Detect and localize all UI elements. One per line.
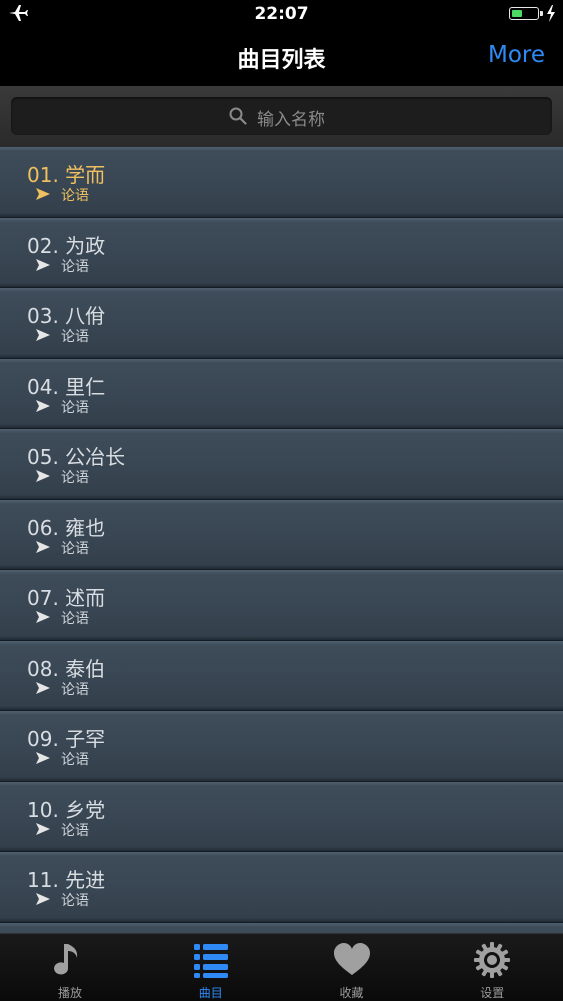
search-bar: 输入名称	[0, 86, 563, 147]
tab-music-note[interactable]: 播放	[0, 934, 140, 1001]
track-subtitle: 论语	[61, 188, 89, 204]
track-row[interactable]: 03. 八佾 论语	[0, 288, 563, 359]
page-title: 曲目列表	[237, 48, 326, 73]
status-bar: 22:07	[0, 0, 563, 28]
heart-icon	[332, 941, 372, 979]
track-subtitle: 论语	[61, 611, 89, 627]
navigation-bar: 曲目列表 More	[0, 28, 563, 86]
track-row[interactable]: 10. 乡党 论语	[0, 781, 563, 852]
play-arrow-icon	[36, 611, 50, 623]
track-title: 08. 泰伯	[27, 656, 106, 681]
track-row[interactable]: 07. 述而 论语	[0, 570, 563, 641]
list-icon	[191, 941, 231, 979]
track-list[interactable]: 01. 学而 论语 02. 为政 论语 03. 八佾 论语 04. 里仁 论语 05. 公冶长论…	[0, 147, 563, 933]
track-subtitle: 论语	[61, 681, 89, 698]
track-subtitle: 论语	[61, 470, 89, 486]
track-row[interactable]: 08. 泰伯 论语	[0, 640, 563, 711]
tab-heart[interactable]: 收藏	[282, 934, 422, 1001]
track-title: 10. 乡党	[27, 797, 106, 822]
status-time: 22:07	[254, 4, 309, 24]
track-row[interactable]: 11. 先进 论语	[0, 852, 563, 923]
track-subtitle: 论语	[61, 752, 89, 768]
track-subtitle: 论语	[61, 540, 89, 557]
track-row[interactable]: 04. 里仁 论语	[0, 358, 563, 429]
play-arrow-icon	[36, 258, 50, 271]
play-arrow-icon	[36, 329, 50, 341]
track-row[interactable]: 05. 公冶长 论语	[0, 429, 563, 500]
tab-label: 收藏	[339, 986, 364, 1000]
track-title: 03. 八佾	[27, 304, 106, 328]
more-button[interactable]: More	[488, 42, 545, 68]
play-arrow-icon	[36, 893, 50, 905]
play-arrow-icon	[36, 822, 50, 835]
tab-label: 播放	[57, 986, 82, 1000]
tab-bar: 播放 曲目 收藏 设置	[0, 933, 563, 1001]
track-subtitle: 论语	[61, 329, 89, 345]
gear-icon	[472, 941, 512, 979]
track-subtitle: 论语	[61, 822, 89, 839]
track-title: 01. 学而	[27, 163, 106, 187]
search-placeholder: 输入名称	[257, 110, 325, 130]
play-arrow-icon	[36, 681, 50, 694]
track-title: 02. 为政	[27, 233, 106, 258]
track-subtitle: 论语	[61, 399, 89, 416]
track-title: 04. 里仁	[27, 374, 106, 399]
track-title: 05. 公冶长	[27, 445, 126, 469]
track-row[interactable]: 12. 颜渊论语	[0, 922, 563, 933]
battery-tip	[540, 11, 543, 16]
tab-label: 设置	[480, 986, 505, 1000]
track-subtitle: 论语	[61, 893, 89, 909]
search-input[interactable]: 输入名称	[11, 97, 552, 135]
battery-icon	[509, 7, 539, 20]
track-row[interactable]: 09. 子罕 论语	[0, 711, 563, 782]
track-title: 06. 雍也	[27, 515, 106, 540]
play-arrow-icon	[36, 540, 50, 553]
tab-gear[interactable]: 设置	[422, 934, 562, 1001]
track-row[interactable]: 01. 学而 论语	[0, 147, 563, 218]
tab-label: 曲目	[198, 986, 223, 1000]
track-subtitle: 论语	[61, 258, 89, 275]
music-note-icon	[50, 941, 90, 979]
track-title: 07. 述而	[27, 586, 106, 610]
track-row[interactable]: 02. 为政 论语	[0, 217, 563, 288]
play-arrow-icon	[36, 752, 50, 764]
play-arrow-icon	[36, 399, 50, 412]
charging-bolt-icon	[547, 5, 555, 22]
play-arrow-icon	[36, 470, 50, 482]
search-icon	[229, 107, 247, 125]
play-arrow-icon	[36, 188, 50, 200]
track-title: 11. 先进	[27, 868, 106, 892]
track-title: 09. 子罕	[27, 727, 106, 751]
tab-list[interactable]: 曲目	[141, 934, 281, 1001]
track-row[interactable]: 06. 雍也 论语	[0, 499, 563, 570]
